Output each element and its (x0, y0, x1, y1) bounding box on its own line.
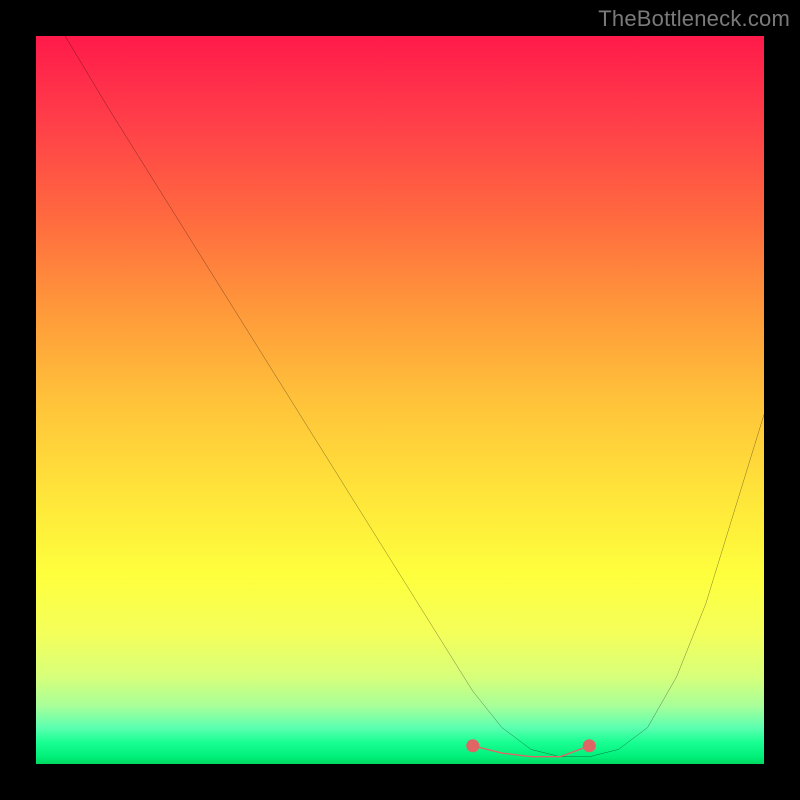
watermark-text: TheBottleneck.com (598, 6, 790, 32)
accent-curve (473, 746, 589, 757)
accent-dot-left (466, 739, 479, 752)
accent-dot-right (583, 739, 596, 752)
chart-svg (36, 36, 764, 764)
chart-frame: TheBottleneck.com (0, 0, 800, 800)
main-curve (65, 36, 764, 757)
